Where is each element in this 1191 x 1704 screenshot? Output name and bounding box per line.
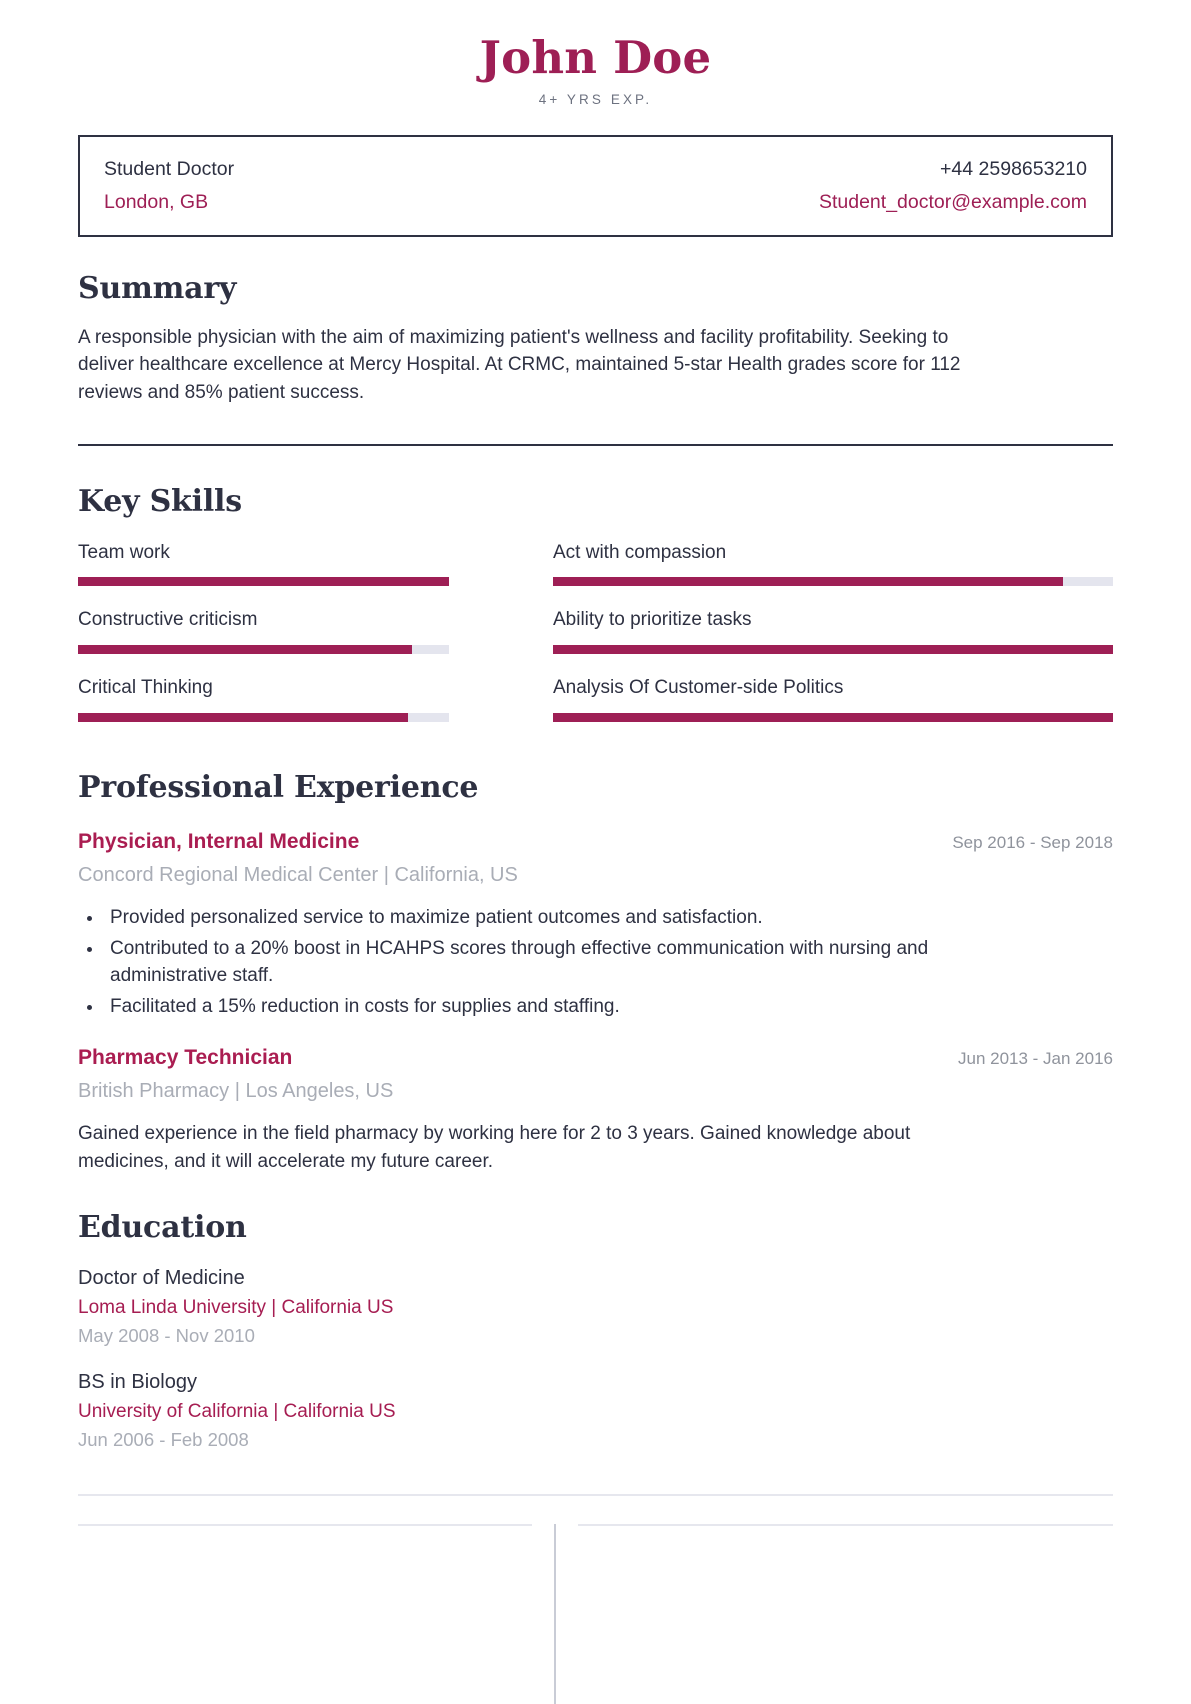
skill-label: Act with compassion [553, 541, 727, 563]
education-list: Doctor of Medicine Loma Linda University … [78, 1265, 1113, 1452]
next-page-column-divider [554, 1524, 556, 1704]
education-item: BS in Biology University of California | … [78, 1369, 1113, 1453]
experience-organization: British Pharmacy | Los Angeles, US [78, 1080, 394, 1103]
contact-phone[interactable]: +44 2598653210 [819, 157, 1087, 182]
resume-header: John Doe 4+ YRS EXP. [0, 0, 1191, 107]
skill-level-fill [78, 645, 412, 655]
skill-level-track [78, 577, 449, 587]
education-heading: Education [78, 1209, 247, 1245]
summary-heading: Summary [78, 270, 237, 306]
skill-item: Team work [78, 541, 449, 609]
skill-item: Critical Thinking [78, 676, 449, 744]
skill-label: Ability to prioritize tasks [553, 609, 752, 631]
skills-grid: Team work Act with compassion Constructive… [78, 541, 1113, 744]
skill-label: Analysis Of Customer-side Politics [553, 677, 844, 699]
experience-paragraph: Gained experience in the field pharmacy … [78, 1123, 911, 1173]
page-break-rule [78, 1494, 1113, 1497]
experience-heading: Professional Experience [78, 769, 479, 805]
section-divider [78, 443, 1113, 446]
skill-label: Team work [78, 541, 170, 563]
experience-dates: Jun 2013 - Jan 2016 [957, 1049, 1113, 1069]
contact-email[interactable]: Student_doctor@example.com [819, 190, 1087, 215]
skill-level-fill [78, 712, 409, 722]
experience-role: Physician, Internal Medicine [78, 829, 360, 853]
key-skills-heading: Key Skills [78, 483, 242, 519]
summary-section: Summary A responsible physician with the… [78, 271, 1113, 407]
skill-label: Critical Thinking [78, 677, 213, 699]
experience-bullet: Provided personalized service to maximiz… [104, 905, 994, 932]
education-section: Education Doctor of Medicine Loma Linda U… [78, 1210, 1113, 1452]
education-dates: Jun 2006 - Feb 2008 [78, 1429, 249, 1451]
page-break-zone [0, 1494, 1191, 1704]
resume-page: John Doe 4+ YRS EXP. Student Doctor Lond… [0, 0, 1191, 1704]
experience-item: Physician, Internal Medicine Sep 2016 - S… [78, 829, 1113, 1021]
contact-left-column: Student Doctor London, GB [104, 157, 234, 215]
candidate-subtitle: 4+ YRS EXP. [538, 91, 653, 107]
key-skills-section: Key Skills Team work Act with compassion C… [78, 484, 1113, 744]
experience-role: Pharmacy Technician [78, 1046, 293, 1070]
education-item: Doctor of Medicine Loma Linda University … [78, 1265, 1113, 1349]
skill-item: Ability to prioritize tasks [553, 608, 1113, 676]
summary-body: A responsible physician with the aim of … [78, 326, 961, 403]
candidate-name: John Doe [479, 31, 712, 84]
education-school: University of California | California US [78, 1400, 396, 1422]
contact-box: Student Doctor London, GB +44 2598653210… [78, 134, 1113, 237]
contact-job-title: Student Doctor [104, 157, 235, 180]
experience-item-header: Pharmacy Technician Jun 2013 - Jan 2016 [78, 1045, 1113, 1071]
next-page-columns [78, 1524, 1113, 1704]
skill-item: Analysis Of Customer-side Politics [553, 676, 1113, 744]
next-page-right-column [578, 1524, 1113, 1704]
skill-level-fill [553, 577, 1063, 587]
experience-item: Pharmacy Technician Jun 2013 - Jan 2016 Br… [78, 1045, 1113, 1176]
experience-dates: Sep 2016 - Sep 2018 [952, 832, 1113, 852]
skill-level-track [553, 577, 1113, 587]
contact-location: London, GB [104, 190, 209, 213]
skill-level-fill [78, 577, 449, 587]
experience-bullet-list: Provided personalized service to maximiz… [78, 905, 1113, 1021]
skill-label: Constructive criticism [78, 609, 258, 631]
skill-level-fill [553, 712, 1113, 722]
skill-item: Act with compassion [553, 541, 1113, 609]
education-degree: Doctor of Medicine [78, 1266, 245, 1289]
skill-level-fill [553, 645, 1113, 655]
skill-level-track [553, 645, 1113, 655]
experience-bullet: Facilitated a 15% reduction in costs for… [104, 994, 994, 1021]
experience-section: Professional Experience Physician, Inter… [78, 770, 1113, 1176]
skill-level-track [553, 712, 1113, 722]
education-dates: May 2008 - Nov 2010 [78, 1325, 255, 1347]
education-school: Loma Linda University | California US [78, 1296, 394, 1318]
experience-item-header: Physician, Internal Medicine Sep 2016 - S… [78, 829, 1113, 855]
skill-level-track [78, 645, 449, 655]
experience-bullet: Contributed to a 20% boost in HCAHPS sco… [104, 936, 994, 990]
experience-list: Physician, Internal Medicine Sep 2016 - S… [78, 829, 1113, 1176]
contact-right-column: +44 2598653210 Student_doctor@example.co… [819, 157, 1087, 215]
next-page-left-column [78, 1524, 532, 1704]
education-degree: BS in Biology [78, 1370, 197, 1393]
skill-item: Constructive criticism [78, 608, 449, 676]
experience-organization: Concord Regional Medical Center | Califo… [78, 864, 518, 887]
skill-level-track [78, 712, 449, 722]
